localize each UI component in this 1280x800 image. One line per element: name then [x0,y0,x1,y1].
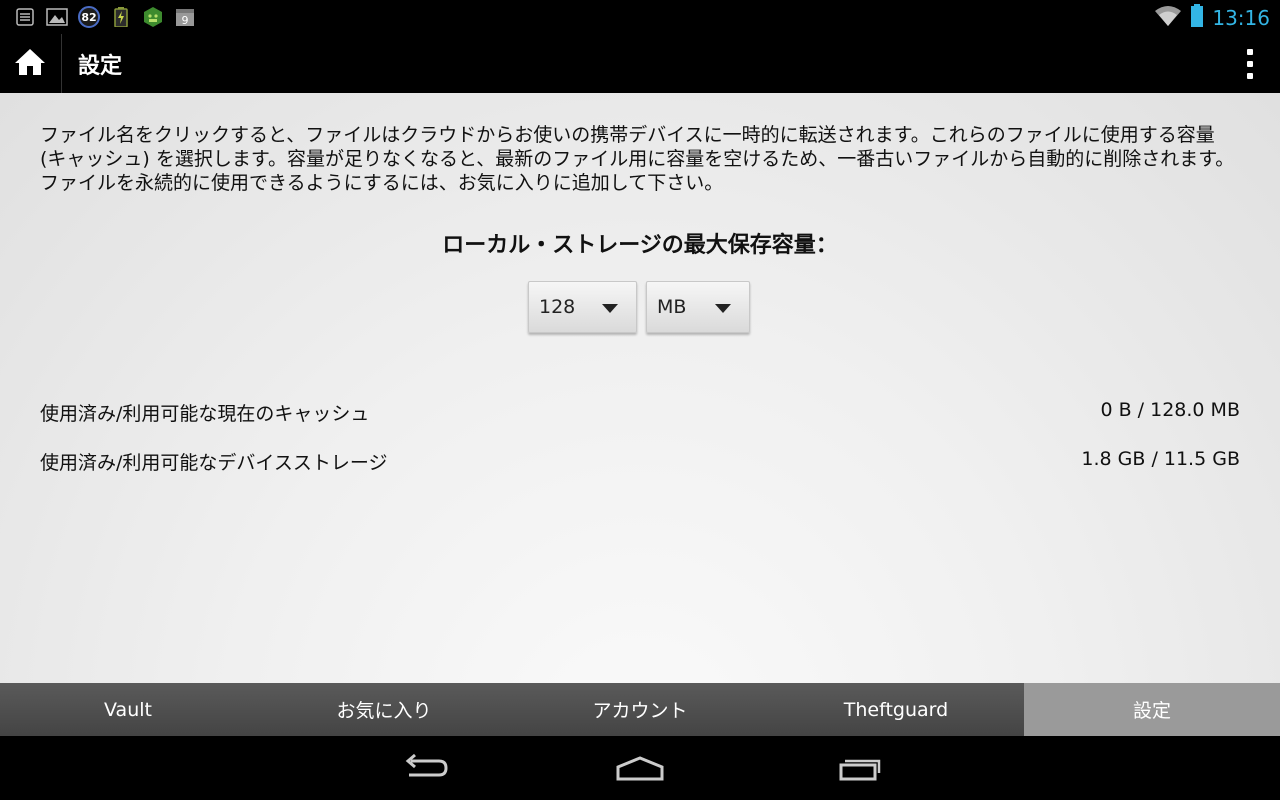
checklist-icon [14,6,36,28]
home-nav-button[interactable] [610,750,670,790]
settings-content: ファイル名をクリックすると、ファイルはクラウドからお使いの携帯デバイスに一時的に… [0,93,1280,683]
home-nav-icon [615,753,665,787]
battery-level-badge-icon: 82 [78,6,100,28]
android-badge-icon [142,6,164,28]
device-storage-label: 使用済み/利用可能なデバイスストレージ [40,452,388,474]
tab-favorites[interactable]: お気に入り [256,683,512,736]
tab-settings[interactable]: 設定 [1024,683,1280,736]
unit-spinner-value: MB [657,296,687,318]
dropdown-arrow-icon [602,304,618,313]
tab-account[interactable]: アカウント [512,683,768,736]
overflow-dot-icon [1247,73,1253,79]
recent-apps-button[interactable] [828,750,888,790]
bottom-tab-bar: Vault お気に入り アカウント Theftguard 設定 [0,683,1280,736]
action-bar: 設定 [0,34,1280,93]
tab-vault[interactable]: Vault [0,683,256,736]
overflow-menu-button[interactable] [1232,42,1268,86]
battery-icon [1190,4,1204,32]
size-spinner-value: 128 [539,296,576,318]
dropdown-arrow-icon [715,304,731,313]
wifi-icon [1154,5,1182,31]
overflow-dot-icon [1247,49,1253,55]
recent-apps-icon [833,753,883,787]
tab-theftguard[interactable]: Theftguard [768,683,1024,736]
home-icon [13,47,47,81]
calendar-icon: 9 [174,6,196,28]
cache-usage-value: 0 B / 128.0 MB [1100,399,1240,421]
battery-charging-icon [110,6,132,28]
cache-description: ファイル名をクリックすると、ファイルはクラウドからお使いの携帯デバイスに一時的に… [40,124,1235,194]
cache-usage-label: 使用済み/利用可能な現在のキャッシュ [40,403,370,425]
back-button[interactable] [394,750,454,790]
action-bar-divider [61,34,62,93]
cache-usage-row: 使用済み/利用可能な現在のキャッシュ 0 B / 128.0 MB [40,399,1240,426]
size-spinner[interactable]: 128 [528,281,637,333]
svg-text:9: 9 [182,14,189,27]
page-title: 設定 [78,54,123,79]
overflow-dot-icon [1247,61,1253,67]
unit-spinner[interactable]: MB [646,281,750,333]
notification-icons: 82 9 [14,6,196,28]
home-button[interactable] [0,34,60,93]
status-bar: 82 9 13:16 [0,0,1280,34]
storage-heading: ローカル・ストレージの最大保存容量： [442,233,838,258]
device-storage-row: 使用済み/利用可能なデバイスストレージ 1.8 GB / 11.5 GB [40,448,1240,475]
image-icon [46,6,68,28]
clock: 13:16 [1212,6,1270,30]
device-storage-value: 1.8 GB / 11.5 GB [1081,448,1240,470]
system-nav-bar [0,736,1280,800]
back-icon [399,753,449,787]
status-right: 13:16 [1154,4,1270,32]
